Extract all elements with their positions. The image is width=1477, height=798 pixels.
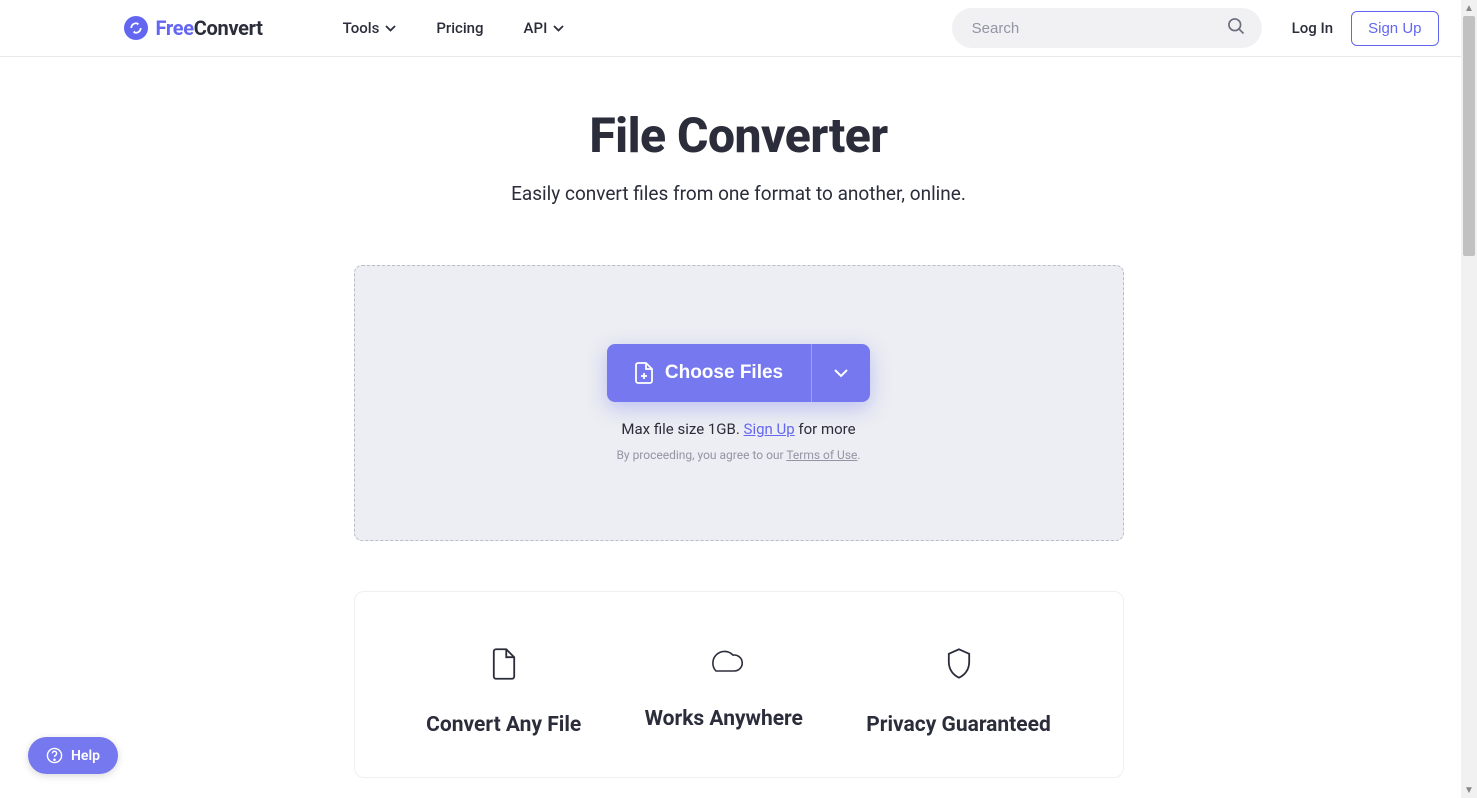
choose-files-wrap: Choose Files [607, 344, 870, 402]
feature-convert: Convert Any File [426, 647, 581, 737]
nav-tools-label: Tools [343, 19, 380, 37]
search-input[interactable] [952, 8, 1262, 48]
nav-tools[interactable]: Tools [343, 19, 397, 37]
scroll-down-arrow[interactable]: ▼ [1461, 782, 1477, 798]
header: FreeConvert Tools Pricing API [0, 0, 1477, 57]
scroll-up-arrow[interactable]: ▲ [1461, 0, 1477, 16]
search-wrap [952, 8, 1262, 48]
terms-link[interactable]: Terms of Use [786, 448, 857, 462]
logo[interactable]: FreeConvert [124, 16, 263, 40]
scrollbar[interactable]: ▲ ▼ [1461, 0, 1477, 798]
help-label: Help [71, 748, 100, 764]
logo-icon [124, 16, 148, 40]
nav-api[interactable]: API [524, 19, 565, 37]
shield-icon [945, 647, 973, 685]
page-title: File Converter [39, 107, 1439, 164]
scroll-thumb[interactable] [1463, 16, 1475, 256]
feature-title: Privacy Guaranteed [866, 713, 1051, 737]
nav-pricing[interactable]: Pricing [436, 19, 483, 37]
max-file-text: Max file size 1GB. Sign Up for more [621, 420, 855, 438]
cloud-icon [704, 647, 744, 679]
nav-pricing-label: Pricing [436, 19, 483, 37]
feature-privacy: Privacy Guaranteed [866, 647, 1051, 737]
help-icon [46, 747, 63, 764]
feature-title: Works Anywhere [645, 707, 803, 731]
feature-title: Convert Any File [426, 713, 581, 737]
choose-files-button[interactable]: Choose Files [607, 344, 811, 402]
auth-links: Log In Sign Up [1292, 11, 1439, 46]
signup-button[interactable]: Sign Up [1351, 11, 1438, 46]
nav-api-label: API [524, 19, 548, 37]
chevron-down-icon [385, 25, 396, 32]
login-link[interactable]: Log In [1292, 19, 1333, 37]
nav: Tools Pricing API [343, 19, 565, 37]
page-subtitle: Easily convert files from one format to … [39, 182, 1439, 205]
file-icon [490, 647, 518, 685]
max-signup-link[interactable]: Sign Up [744, 420, 795, 438]
file-plus-icon [635, 362, 653, 384]
terms-text: By proceeding, you agree to our Terms of… [616, 448, 860, 462]
main: File Converter Easily convert files from… [39, 57, 1439, 778]
choose-files-dropdown[interactable] [811, 344, 870, 402]
search-icon[interactable] [1226, 16, 1246, 40]
header-inner: FreeConvert Tools Pricing API [39, 8, 1439, 48]
chevron-down-icon [553, 25, 564, 32]
help-widget[interactable]: Help [28, 737, 118, 774]
feature-anywhere: Works Anywhere [645, 647, 803, 737]
features-card: Convert Any File Works Anywhere Privacy … [354, 591, 1124, 778]
chevron-down-icon [834, 369, 848, 378]
logo-text: FreeConvert [156, 16, 263, 40]
dropzone[interactable]: Choose Files Max file size 1GB. Sign Up … [354, 265, 1124, 541]
choose-files-label: Choose Files [665, 362, 783, 384]
